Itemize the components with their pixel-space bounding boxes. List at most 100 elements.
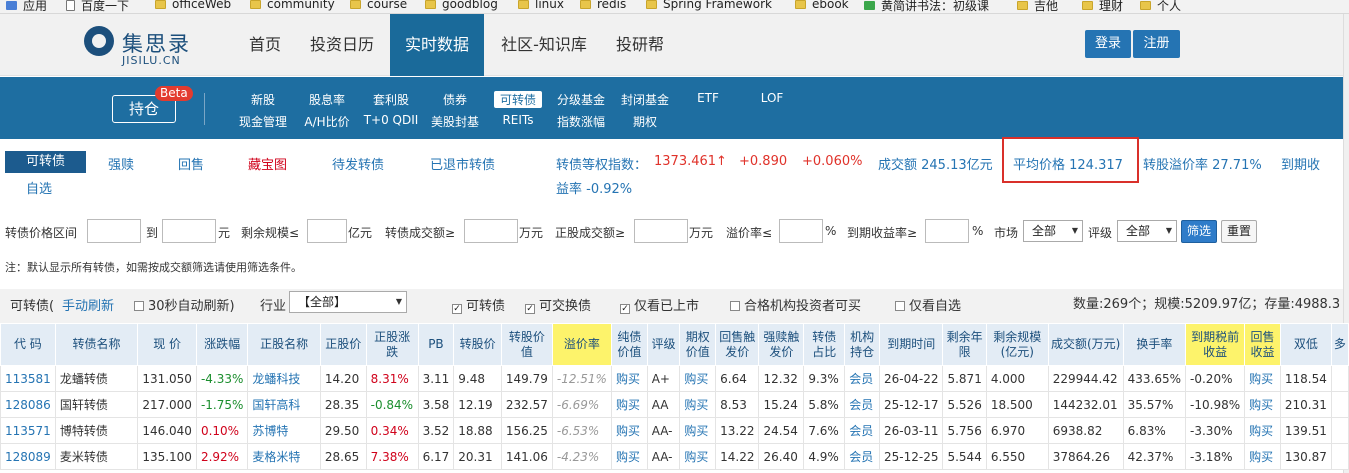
cell-putback-yield-link[interactable]: 购买 (1244, 365, 1281, 392)
subnav-dividend[interactable]: 股息率 (309, 91, 345, 108)
qualified-investor-checkbox[interactable]: 合格机构投资者可买 (730, 295, 861, 314)
ytm-input[interactable] (925, 219, 969, 243)
rating-select[interactable]: 全部 (1117, 220, 1177, 242)
nav-realtime-data[interactable]: 实时数据 (390, 14, 484, 76)
industry-select[interactable]: 【全部】 (289, 291, 407, 313)
stock-turnover-input[interactable] (634, 219, 688, 243)
subnav-reits[interactable]: REITs (502, 113, 533, 127)
market-select[interactable]: 全部 (1023, 220, 1083, 242)
cell-bond-value-link[interactable]: 购买 (610, 443, 648, 470)
register-button[interactable]: 注册 (1133, 30, 1180, 58)
cell-code[interactable]: 128086 (0, 391, 56, 418)
col-premium-rate[interactable]: 溢价率 (551, 323, 612, 366)
col-option-value[interactable]: 期权价值 (679, 323, 717, 366)
cell-institution-link[interactable]: 会员 (844, 391, 880, 418)
subnav-ah-ratio[interactable]: A/H比价 (304, 113, 349, 130)
bookmark-course[interactable]: course (350, 0, 407, 11)
nav-community[interactable]: 社区-知识库 (490, 14, 598, 76)
tab-resale[interactable]: 回售 (178, 154, 204, 173)
cell-institution-link[interactable]: 会员 (844, 417, 880, 444)
col-bond-name[interactable]: 转债名称 (54, 323, 139, 366)
subnav-options[interactable]: 期权 (633, 113, 657, 130)
cell-option-value-link[interactable]: 购买 (679, 443, 717, 470)
cell-bond-name[interactable]: 国轩转债 (54, 391, 139, 418)
col-putback-trigger[interactable]: 回售触发价 (715, 323, 760, 366)
reset-button[interactable]: 重置 (1221, 220, 1257, 243)
col-ytm[interactable]: 到期税前收益 (1185, 323, 1246, 366)
bookmark-finance[interactable]: 理财 (1082, 0, 1123, 13)
subnav-graded-fund[interactable]: 分级基金 (557, 91, 605, 108)
cell-bond-name[interactable]: 麦米转债 (54, 443, 139, 470)
col-double-low[interactable]: 双低 (1279, 323, 1332, 366)
cell-institution-link[interactable]: 会员 (844, 365, 880, 392)
col-maturity[interactable]: 到期时间 (878, 323, 944, 366)
premium-rate-input[interactable] (779, 219, 823, 243)
tab-delisted[interactable]: 已退市转债 (430, 154, 495, 173)
col-stock-change[interactable]: 正股涨跌 (365, 323, 419, 366)
bookmark-redis[interactable]: redis (580, 0, 626, 11)
col-bond-ratio[interactable]: 转债占比 (803, 323, 846, 366)
tab-treasure-map[interactable]: 藏宝图 (248, 154, 287, 173)
auto-refresh-checkbox[interactable]: 30秒自动刷新) (134, 295, 235, 314)
col-remain-scale[interactable]: 剩余规模(亿元) (985, 323, 1049, 366)
nav-home[interactable]: 首页 (236, 14, 294, 76)
subnav-arbitrage[interactable]: 套利股 (373, 91, 409, 108)
col-redeem-trigger[interactable]: 强赎触发价 (758, 323, 805, 366)
col-conversion-price[interactable]: 转股价 (453, 323, 502, 366)
subnav-index-change[interactable]: 指数涨幅 (557, 113, 605, 130)
subnav-new-stock[interactable]: 新股 (251, 91, 275, 108)
bookmark-officeweb[interactable]: officeWeb (155, 0, 231, 11)
bookmark-apps[interactable]: 应用 (6, 0, 47, 13)
price-min-input[interactable] (87, 219, 141, 243)
cell-code[interactable]: 128089 (0, 443, 56, 470)
nav-calendar[interactable]: 投资日历 (300, 14, 384, 76)
cell-putback-yield-link[interactable]: 购买 (1244, 443, 1281, 470)
col-stock-price[interactable]: 正股价 (319, 323, 367, 366)
col-price[interactable]: 现 价 (137, 323, 197, 366)
bookmark-guitar[interactable]: 吉他 (1017, 0, 1058, 13)
cell-putback-yield-link[interactable]: 购买 (1244, 391, 1281, 418)
table-row[interactable]: 113571 博特转债 146.040 0.10% 苏博特 29.50 0.34% 3.52 1… (0, 417, 1349, 444)
bond-turnover-input[interactable] (464, 219, 518, 243)
filter-button[interactable]: 筛选 (1181, 220, 1217, 243)
col-turnover[interactable]: 成交额(万元) (1047, 323, 1124, 366)
tab-convertible[interactable]: 可转债 (5, 151, 86, 173)
cell-institution-link[interactable]: 会员 (844, 443, 880, 470)
exchangeable-checkbox[interactable]: ✓ 可交换债 (525, 295, 591, 314)
cell-bond-value-link[interactable]: 购买 (610, 391, 648, 418)
col-conversion-value[interactable]: 转股价值 (500, 323, 553, 366)
subnav-etf[interactable]: ETF (697, 91, 719, 105)
subnav-closed-fund[interactable]: 封闭基金 (621, 91, 669, 108)
cell-bond-name[interactable]: 龙蟠转债 (54, 365, 139, 392)
bookmark-linux[interactable]: linux (518, 0, 564, 11)
cell-stock-name[interactable]: 龙蟠科技 (247, 365, 321, 392)
subnav-bond[interactable]: 债券 (443, 91, 467, 108)
cell-bond-name[interactable]: 博特转债 (54, 417, 139, 444)
login-button[interactable]: 登录 (1085, 30, 1131, 58)
col-turnover-rate[interactable]: 换手率 (1122, 323, 1187, 366)
table-row[interactable]: 128089 麦米转债 135.100 2.92% 麦格米特 28.65 7.38% 6.17… (0, 443, 1349, 470)
col-institution[interactable]: 机构持仓 (844, 323, 880, 366)
bookmark-calligraphy[interactable]: 黄简讲书法：初级课 (864, 0, 989, 13)
col-bond-value[interactable]: 纯债价值 (610, 323, 648, 366)
cell-bond-value-link[interactable]: 购买 (610, 417, 648, 444)
subnav-us-closed[interactable]: 美股封基 (431, 113, 479, 130)
col-pb[interactable]: PB (417, 323, 455, 366)
cell-option-value-link[interactable]: 购买 (679, 391, 717, 418)
manual-refresh-link[interactable]: 手动刷新 (62, 295, 114, 314)
cell-code[interactable]: 113581 (0, 365, 56, 392)
cell-stock-name[interactable]: 国轩高科 (247, 391, 321, 418)
subnav-lof[interactable]: LOF (761, 91, 784, 105)
tab-custom[interactable]: 自选 (26, 178, 52, 197)
bookmark-spring[interactable]: Spring Framework (646, 0, 772, 11)
subnav-convertible[interactable]: 可转债 (493, 91, 543, 108)
bookmark-baidu[interactable]: 百度一下 (66, 0, 129, 13)
tab-pending[interactable]: 待发转债 (332, 154, 384, 173)
subnav-cash[interactable]: 现金管理 (239, 113, 287, 130)
price-max-input[interactable] (162, 219, 216, 243)
bookmark-ebook[interactable]: ebook (795, 0, 849, 11)
col-putback-yield[interactable]: 回售收益 (1244, 323, 1281, 366)
tab-redeem[interactable]: 强赎 (108, 154, 134, 173)
cell-code[interactable]: 113571 (0, 417, 56, 444)
col-remain-years[interactable]: 剩余年限 (942, 323, 987, 366)
